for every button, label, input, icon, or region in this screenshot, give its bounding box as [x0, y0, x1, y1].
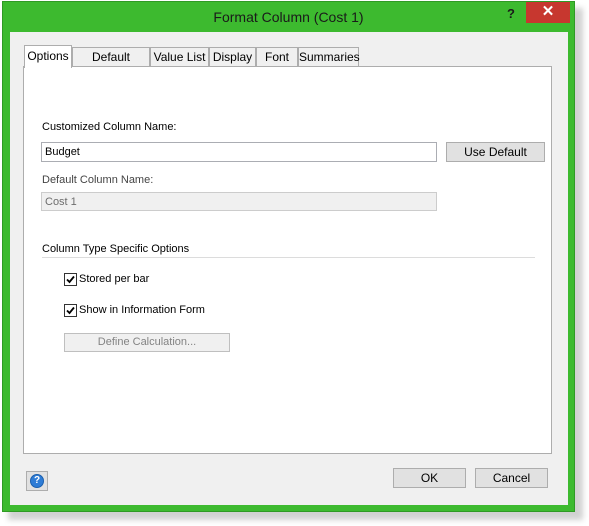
format-column-dialog: Format Column (Cost 1) ? ✕ Options Defau… — [2, 1, 575, 512]
section-title: Column Type Specific Options — [42, 243, 190, 255]
options-panel: Customized Column Name: Budget Use Defau… — [23, 66, 552, 454]
section-divider — [42, 257, 535, 258]
tab-default-values[interactable]: Default Values — [72, 47, 150, 82]
title-bar[interactable]: Format Column (Cost 1) ? ✕ — [3, 2, 574, 33]
tab-display[interactable]: Display — [209, 47, 256, 66]
checkmark-icon — [66, 275, 75, 284]
tab-font[interactable]: Font — [256, 47, 298, 66]
define-calculation-button[interactable]: Define Calculation... — [64, 333, 230, 352]
ok-button[interactable]: OK — [393, 468, 466, 488]
tab-value-list[interactable]: Value List — [150, 47, 209, 66]
default-name-field: Cost 1 — [41, 192, 437, 211]
show-in-info-form-checkbox[interactable] — [64, 304, 77, 317]
custom-name-label: Customized Column Name: — [42, 121, 177, 133]
default-name-label: Default Column Name: — [42, 174, 154, 186]
title-help-button[interactable]: ? — [498, 4, 524, 24]
dialog-client-area: Options Default Values Value List Displa… — [10, 32, 568, 505]
checkmark-icon — [66, 306, 75, 315]
tab-summaries[interactable]: Summaries — [298, 47, 360, 66]
help-button[interactable]: ? — [26, 471, 48, 491]
stored-per-bar-label[interactable]: Stored per bar — [79, 273, 149, 285]
stored-per-bar-checkbox[interactable] — [64, 273, 77, 286]
window-title: Format Column (Cost 1) — [213, 9, 364, 25]
custom-name-input[interactable]: Budget — [41, 142, 437, 162]
help-icon: ? — [30, 474, 44, 488]
close-button[interactable]: ✕ — [526, 2, 570, 23]
use-default-button[interactable]: Use Default — [446, 142, 545, 162]
tab-options[interactable]: Options — [24, 45, 72, 68]
cancel-button[interactable]: Cancel — [475, 468, 548, 488]
show-in-info-form-label[interactable]: Show in Information Form — [79, 304, 205, 316]
